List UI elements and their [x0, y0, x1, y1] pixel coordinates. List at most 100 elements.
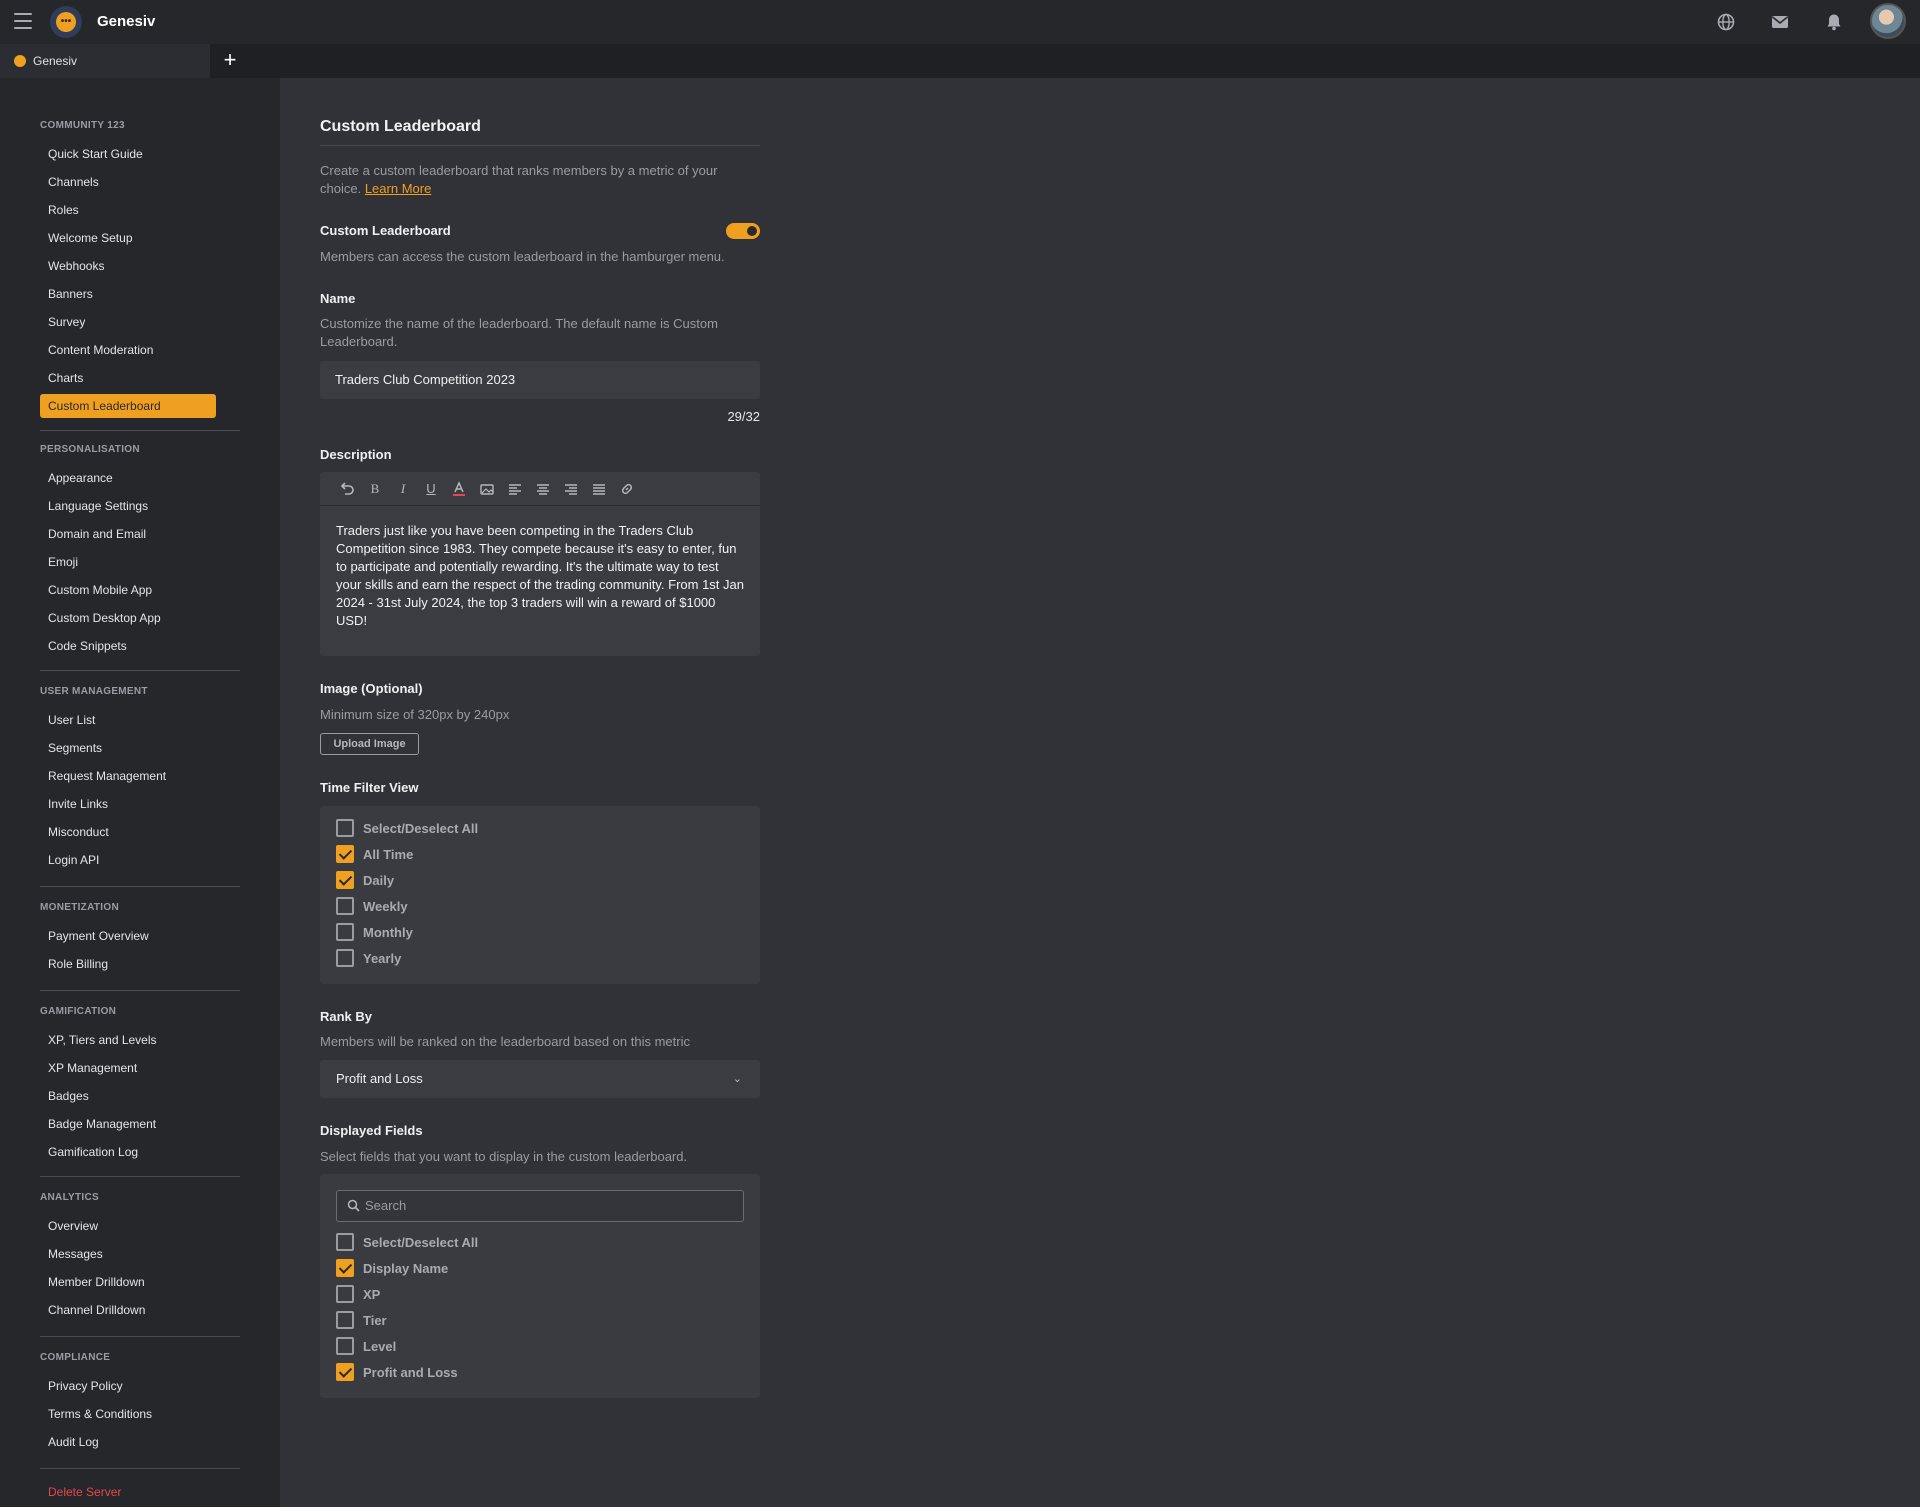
sidebar-item-xp-management[interactable]: XP Management [40, 1056, 216, 1080]
text-color-icon[interactable] [450, 480, 468, 498]
align-center-icon[interactable] [534, 480, 552, 498]
sidebar-item-domain-and-email[interactable]: Domain and Email [40, 522, 216, 546]
sidebar-item-user-list[interactable]: User List [40, 708, 216, 732]
checkbox-select-all-time[interactable]: Select/Deselect All [336, 818, 478, 838]
checkbox-tier[interactable]: Tier [336, 1310, 387, 1330]
learn-more-link[interactable]: Learn More [365, 181, 431, 196]
checkbox[interactable] [336, 923, 354, 941]
sidebar-item-webhooks[interactable]: Webhooks [40, 254, 216, 278]
bell-icon[interactable] [1824, 12, 1844, 32]
sidebar-item-channels[interactable]: Channels [40, 170, 216, 194]
sidebar-item-roles[interactable]: Roles [40, 198, 216, 222]
checkbox[interactable] [336, 1259, 354, 1277]
checkbox[interactable] [336, 1337, 354, 1355]
align-right-icon[interactable] [562, 480, 580, 498]
checkbox[interactable] [336, 819, 354, 837]
sidebar-item-banners[interactable]: Banners [40, 282, 216, 306]
sidebar-item-privacy-policy[interactable]: Privacy Policy [40, 1374, 216, 1398]
hamburger-menu-icon[interactable] [14, 13, 32, 29]
globe-icon[interactable] [1716, 12, 1736, 32]
sidebar-item-overview[interactable]: Overview [40, 1214, 216, 1238]
custom-leaderboard-toggle[interactable] [726, 223, 760, 239]
sidebar-item-code-snippets[interactable]: Code Snippets [40, 634, 216, 658]
checkbox-xp[interactable]: XP [336, 1284, 380, 1304]
sidebar-item-member-drilldown[interactable]: Member Drilldown [40, 1270, 216, 1294]
justify-icon[interactable] [590, 480, 608, 498]
checkbox[interactable] [336, 1311, 354, 1329]
italic-icon[interactable]: I [394, 480, 412, 498]
delete-server-button[interactable]: Delete Server [40, 1480, 216, 1504]
image-label: Image (Optional) [320, 681, 423, 696]
checkbox-all-time[interactable]: All Time [336, 844, 413, 864]
section-heading-community: COMMUNITY 123 [40, 120, 125, 131]
sidebar-divider [40, 990, 240, 991]
checkbox[interactable] [336, 871, 354, 889]
sidebar-divider [40, 1336, 240, 1337]
fields-search-input[interactable]: Search [336, 1190, 744, 1222]
sidebar-item-appearance[interactable]: Appearance [40, 466, 216, 490]
sidebar-item-gamification-log[interactable]: Gamification Log [40, 1140, 216, 1164]
sidebar-item-messages[interactable]: Messages [40, 1242, 216, 1266]
checkbox-profit-and-loss[interactable]: Profit and Loss [336, 1362, 458, 1382]
sidebar-item-language-settings[interactable]: Language Settings [40, 494, 216, 518]
sidebar-item-segments[interactable]: Segments [40, 736, 216, 760]
checkbox-yearly[interactable]: Yearly [336, 948, 401, 968]
sidebar-item-emoji[interactable]: Emoji [40, 550, 216, 574]
checkbox-label: XP [363, 1286, 381, 1302]
user-avatar[interactable] [1870, 3, 1906, 39]
rank-by-select[interactable]: Profit and Loss ⌄ [320, 1060, 760, 1098]
align-left-icon[interactable] [506, 480, 524, 498]
sidebar-item-content-moderation[interactable]: Content Moderation [40, 338, 216, 362]
checkbox-label: All Time [363, 846, 414, 862]
checkbox[interactable] [336, 1233, 354, 1251]
sidebar-item-welcome-setup[interactable]: Welcome Setup [40, 226, 216, 250]
checkbox-label: Select/Deselect All [363, 820, 479, 836]
checkbox[interactable] [336, 1363, 354, 1381]
sidebar-item-payment-overview[interactable]: Payment Overview [40, 924, 216, 948]
mail-icon[interactable] [1770, 12, 1790, 32]
add-tab-button[interactable]: + [218, 48, 242, 74]
sidebar-item-terms-conditions[interactable]: Terms & Conditions [40, 1402, 216, 1426]
sidebar-item-charts[interactable]: Charts [40, 366, 216, 390]
sidebar-item-badge-management[interactable]: Badge Management [40, 1112, 216, 1136]
undo-icon[interactable] [338, 480, 356, 498]
description-text[interactable]: Traders just like you have been competin… [336, 522, 746, 630]
checkbox[interactable] [336, 949, 354, 967]
sidebar-item-misconduct[interactable]: Misconduct [40, 820, 216, 844]
sidebar-item-custom-leaderboard[interactable]: Custom Leaderboard [40, 394, 216, 418]
checkbox-daily[interactable]: Daily [336, 870, 394, 890]
upload-image-button[interactable]: Upload Image [320, 733, 419, 755]
sidebar-item-custom-desktop-app[interactable]: Custom Desktop App [40, 606, 216, 630]
sidebar-item-invite-links[interactable]: Invite Links [40, 792, 216, 816]
checkbox-weekly[interactable]: Weekly [336, 896, 408, 916]
checkbox[interactable] [336, 897, 354, 915]
checkbox-label: Daily [363, 872, 395, 888]
bold-icon[interactable]: B [366, 480, 384, 498]
checkbox-display-name[interactable]: Display Name [336, 1258, 448, 1278]
underline-icon[interactable]: U [422, 480, 440, 498]
sidebar-item-xp-tiers-levels[interactable]: XP, Tiers and Levels [40, 1028, 216, 1052]
sidebar-item-audit-log[interactable]: Audit Log [40, 1430, 216, 1454]
sidebar-item-survey[interactable]: Survey [40, 310, 216, 334]
sidebar-item-channel-drilldown[interactable]: Channel Drilldown [40, 1298, 216, 1322]
checkbox[interactable] [336, 845, 354, 863]
time-filter-label: Time Filter View [320, 780, 419, 795]
sidebar-item-custom-mobile-app[interactable]: Custom Mobile App [40, 578, 216, 602]
checkbox-monthly[interactable]: Monthly [336, 922, 413, 942]
tab-genesiv[interactable]: Genesiv [0, 44, 210, 78]
checkbox[interactable] [336, 1285, 354, 1303]
checkbox-select-all-fields[interactable]: Select/Deselect All [336, 1232, 478, 1252]
sidebar-item-badges[interactable]: Badges [40, 1084, 216, 1108]
leaderboard-name-input[interactable]: Traders Club Competition 2023 [320, 361, 760, 399]
rank-by-value: Profit and Loss [336, 1071, 423, 1086]
checkbox-label: Monthly [363, 924, 413, 940]
name-label: Name [320, 291, 356, 306]
sidebar-item-role-billing[interactable]: Role Billing [40, 952, 216, 976]
image-icon[interactable] [478, 480, 496, 498]
sidebar-item-quick-start-guide[interactable]: Quick Start Guide [40, 142, 216, 166]
checkbox-level[interactable]: Level [336, 1336, 396, 1356]
app-logo[interactable]: ••• [50, 6, 82, 38]
sidebar-item-request-management[interactable]: Request Management [40, 764, 216, 788]
link-icon[interactable] [618, 480, 636, 498]
sidebar-item-login-api[interactable]: Login API [40, 848, 216, 872]
